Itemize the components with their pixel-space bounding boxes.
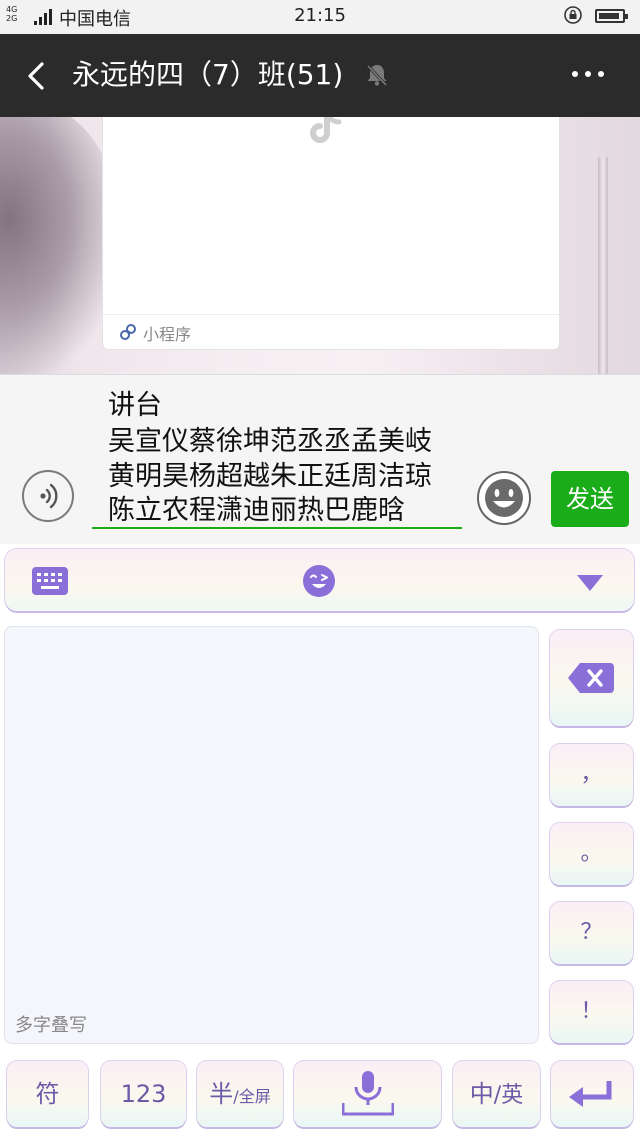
mini-program-label: 小程序: [143, 325, 192, 344]
mute-notifications-icon: [366, 64, 388, 87]
battery-level: [599, 13, 619, 19]
collapse-keyboard-icon[interactable]: [577, 575, 603, 591]
input-line: 吴宣仪蔡徐坤范丞丞孟美岐: [108, 426, 432, 457]
chat-area: 小程序: [0, 117, 640, 374]
backspace-icon: [568, 663, 614, 693]
fullscreen-label: /全屏: [233, 1087, 271, 1106]
enter-icon: [569, 1081, 612, 1107]
input-line: 陈立农程潇迪丽热巴鹿晗: [108, 495, 405, 526]
half-fullscreen-key[interactable]: 半/全屏: [197, 1061, 283, 1127]
back-icon[interactable]: [22, 58, 54, 94]
numbers-key[interactable]: 123: [101, 1061, 186, 1127]
clock: 21:15: [294, 5, 346, 26]
half-label: 半: [209, 1080, 234, 1108]
keyboard-icon[interactable]: [32, 567, 68, 595]
wink-emoji-icon[interactable]: [302, 564, 336, 598]
keyboard-toolbar: [5, 549, 634, 611]
voice-icon: [40, 483, 58, 509]
mini-program-card[interactable]: 小程序: [102, 117, 560, 350]
status-bar: 4G 2G 中国电信 21:15: [0, 0, 640, 34]
message-input[interactable]: 讲台 吴宣仪蔡徐坤范丞丞孟美岐 黄明昊杨超越朱正廷周洁琼 陈立农程潇迪丽热巴鹿晗: [92, 383, 462, 529]
handwriting-pad[interactable]: 多字叠写: [4, 626, 539, 1044]
message-input-bar: 讲台 吴宣仪蔡徐坤范丞丞孟美岐 黄明昊杨超越朱正廷周洁琼 陈立农程潇迪丽热巴鹿晗…: [0, 374, 640, 544]
background-detail: [598, 157, 608, 374]
mini-program-footer: 小程序: [103, 314, 559, 349]
ime-keyboard: 多字叠写 ， 。 ？ ！ 符 123 半/全屏 中/英: [0, 544, 640, 1138]
chat-header: 永远的四（7）班(51): [0, 34, 640, 117]
delete-key[interactable]: [550, 630, 633, 726]
mini-program-icon: [120, 324, 136, 340]
chat-title: 永远的四（7）班(51): [72, 58, 344, 91]
input-line: 黄明昊杨超越朱正廷周洁琼: [108, 461, 432, 492]
exclamation-key[interactable]: ！: [550, 981, 633, 1043]
voice-space-key[interactable]: [294, 1061, 441, 1127]
tiktok-watermark-icon: [310, 117, 342, 143]
english-label: /英: [493, 1083, 524, 1108]
period-key[interactable]: 。: [550, 823, 633, 885]
language-switch-key[interactable]: 中/英: [453, 1061, 540, 1127]
symbol-key[interactable]: 符: [7, 1061, 88, 1127]
more-options-icon[interactable]: [570, 68, 606, 80]
voice-input-button[interactable]: [22, 470, 74, 522]
send-button[interactable]: 发送: [551, 471, 629, 527]
battery-icon: [595, 9, 628, 23]
comma-key[interactable]: ，: [550, 744, 633, 806]
input-line: 讲台: [108, 390, 162, 421]
microphone-icon: [342, 1071, 394, 1116]
rotation-lock-icon: [564, 6, 582, 24]
question-mark-key[interactable]: ？: [550, 902, 633, 964]
chinese-label: 中: [469, 1080, 494, 1108]
emoji-button-icon[interactable]: [476, 470, 532, 526]
enter-key[interactable]: [551, 1061, 633, 1127]
handwriting-mode-label: 多字叠写: [15, 1015, 87, 1036]
